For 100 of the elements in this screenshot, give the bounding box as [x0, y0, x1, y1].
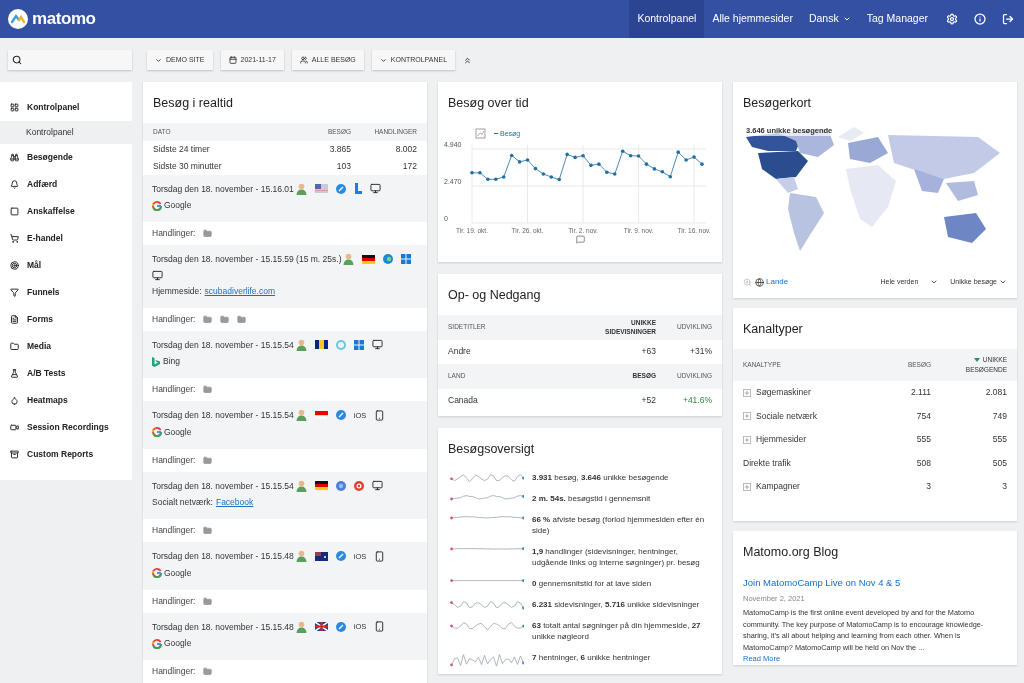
data-point[interactable]: [525, 157, 530, 162]
folder-icon[interactable]: [203, 667, 213, 676]
sidebar-item[interactable]: Media: [0, 333, 132, 360]
data-point[interactable]: [692, 155, 696, 159]
data-point[interactable]: [517, 159, 522, 164]
data-point[interactable]: [494, 177, 498, 181]
sidebar-item[interactable]: Heatmaps: [0, 387, 132, 414]
sidebar-item[interactable]: Mål: [0, 252, 132, 279]
sidebar-subitem[interactable]: Kontrolpanel: [0, 121, 132, 144]
phone-icon: [374, 409, 386, 421]
nav-link[interactable]: Tag Manager: [858, 0, 936, 38]
monitor-icon: [371, 339, 383, 351]
data-point[interactable]: [581, 153, 585, 158]
nav-link[interactable]: Alle hjemmesider: [704, 0, 801, 38]
sidebar-item[interactable]: Forms: [0, 306, 132, 333]
data-point[interactable]: [486, 177, 490, 181]
target-icon: [353, 480, 364, 491]
folder-icon[interactable]: [237, 314, 247, 324]
blog-post-link[interactable]: Join MatomoCamp Live on Nov 4 & 5: [743, 575, 1007, 590]
data-point[interactable]: [597, 162, 601, 166]
data-point[interactable]: [509, 153, 514, 157]
visit-row[interactable]: Torsdag den 18. november - 15.15.54 Socialt netværk: Facebook: [143, 471, 427, 519]
logo-text[interactable]: matomo: [32, 6, 96, 32]
info-icon[interactable]: [974, 13, 986, 25]
sidebar-item[interactable]: E-handel: [0, 225, 132, 252]
data-point[interactable]: [660, 169, 665, 174]
referrer-name: Google: [164, 425, 192, 439]
table-row[interactable]: Direkte trafik 508 505: [733, 451, 1017, 475]
folder-icon[interactable]: [203, 455, 213, 465]
visitor-profile-icon[interactable]: [343, 253, 355, 266]
data-point[interactable]: [684, 157, 688, 162]
visit-row[interactable]: Torsdag den 18. november - 15.15.54 Bing: [143, 330, 427, 378]
sidebar-item[interactable]: Kontrolpanel: [0, 94, 132, 121]
sidebar-item[interactable]: Session Recordings: [0, 414, 132, 441]
cart-icon: [10, 234, 19, 243]
data-point[interactable]: [470, 170, 474, 175]
sidebar-item[interactable]: A/B Tests: [0, 360, 132, 387]
sidebar-item[interactable]: Adfærd: [0, 171, 132, 198]
sidebar-item[interactable]: Funnels: [0, 279, 132, 306]
visitor-profile-icon[interactable]: [295, 338, 307, 351]
data-point[interactable]: [628, 153, 633, 158]
caret-icon: [999, 278, 1007, 286]
data-point[interactable]: [557, 177, 562, 182]
sidebar-item[interactable]: Anskaffelse: [0, 198, 132, 225]
data-point[interactable]: [541, 171, 546, 176]
table-row[interactable]: Sociale netværk 754 749: [733, 404, 1017, 428]
data-point[interactable]: [644, 162, 649, 166]
sidebar-item[interactable]: Besøgende: [0, 144, 132, 171]
data-point[interactable]: [668, 174, 673, 179]
data-point[interactable]: [533, 166, 538, 171]
referrer-link[interactable]: scubadiverlife.com: [204, 284, 275, 298]
folder-icon[interactable]: [203, 526, 213, 535]
visit-row[interactable]: Torsdag den 18. november - 15.15.59 (15 m. 25s.) Hjemmeside: scubadiverlife.com: [143, 245, 427, 308]
data-point[interactable]: [636, 154, 641, 158]
table-row[interactable]: Hjemmesider 555 555: [733, 427, 1017, 452]
bell-icon: [10, 180, 19, 189]
data-point[interactable]: [573, 155, 577, 159]
visitor-profile-icon[interactable]: [295, 479, 307, 492]
visitor-profile-icon[interactable]: [295, 550, 307, 563]
phone-icon: [374, 621, 386, 633]
folder-icon[interactable]: [203, 385, 213, 394]
data-point[interactable]: [549, 174, 554, 179]
caret-icon: [930, 278, 939, 286]
data-point[interactable]: [676, 150, 680, 154]
data-point[interactable]: [612, 171, 617, 176]
caret-icon: [842, 15, 851, 23]
nav-link[interactable]: Kontrolpanel: [629, 0, 705, 38]
visitor-profile-icon[interactable]: [295, 409, 307, 422]
actions-label: Handlinger:: [152, 665, 196, 678]
table-cell-text: +41.6%: [681, 394, 712, 408]
data-point[interactable]: [565, 152, 569, 156]
drop-icon: [10, 396, 19, 405]
data-point[interactable]: [620, 149, 625, 153]
data-point[interactable]: [652, 166, 657, 171]
visitor-profile-icon[interactable]: [295, 620, 307, 633]
collapse-icon[interactable]: [463, 55, 473, 65]
folder-icon[interactable]: [220, 314, 230, 324]
data-point[interactable]: [700, 162, 704, 166]
map-level-link[interactable]: Lande: [766, 276, 789, 288]
data-point[interactable]: [589, 163, 593, 167]
table-cell-text: 749: [991, 409, 1007, 423]
logout-icon[interactable]: [1002, 13, 1014, 25]
search-field[interactable]: [8, 50, 132, 70]
visit-row[interactable]: Torsdag den 18. november - 15.16.01 Google: [143, 174, 427, 222]
referrer-label: Hjemmeside:: [152, 284, 202, 298]
sidebar-item[interactable]: Custom Reports: [0, 441, 132, 468]
table-row[interactable]: Søgemaskiner 2.111 2.081: [733, 380, 1017, 405]
table-row[interactable]: Kampagner 3 3: [733, 474, 1017, 499]
visitor-profile-icon[interactable]: [295, 182, 307, 195]
nav-link[interactable]: Dansk: [800, 0, 859, 38]
folder-icon[interactable]: [203, 229, 213, 238]
data-point[interactable]: [478, 170, 482, 175]
summary-text: 63 totalt antal søgninger på din hjemmeside, 27 unikke nøgleord: [532, 620, 702, 643]
settings-icon[interactable]: [946, 13, 958, 25]
folder-icon[interactable]: [203, 596, 213, 606]
archive-icon: [10, 450, 19, 459]
folder-icon[interactable]: [203, 314, 213, 324]
data-point[interactable]: [605, 170, 609, 174]
referrer-link[interactable]: Facebook: [215, 496, 254, 509]
data-point[interactable]: [501, 174, 506, 179]
